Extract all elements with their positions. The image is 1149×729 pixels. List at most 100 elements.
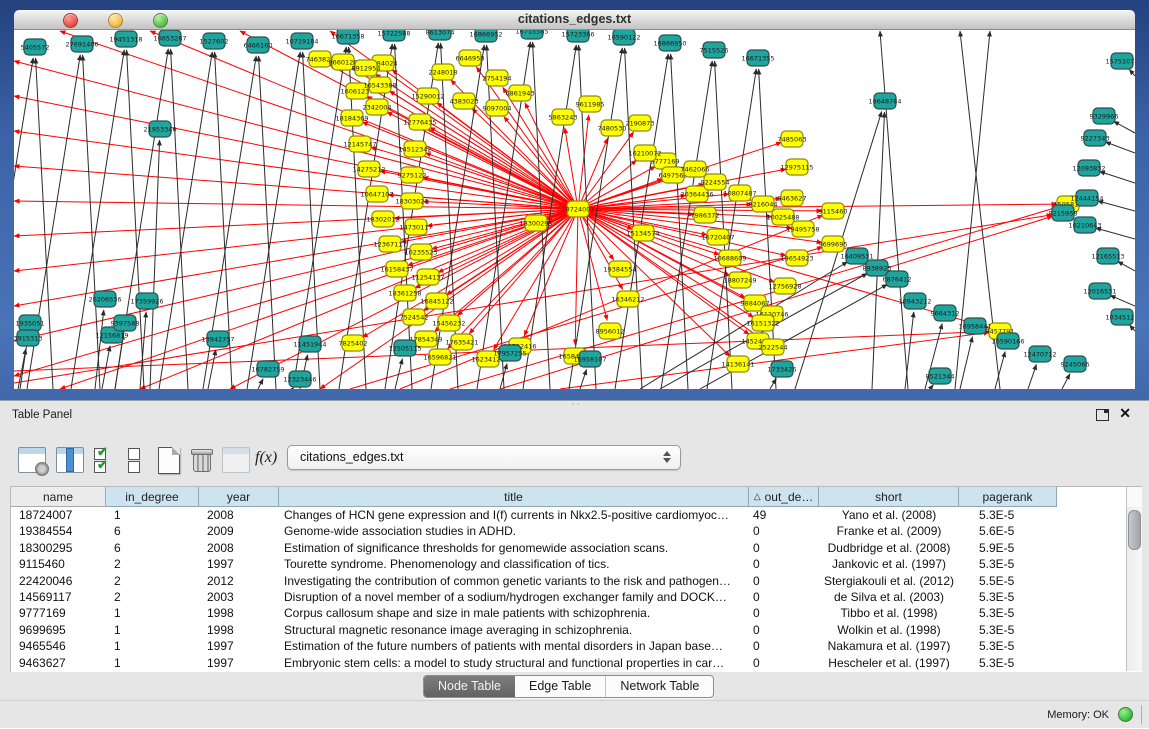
table-cell[interactable]: 9115460 — [11, 556, 106, 572]
table-row[interactable]: 911546021997Tourette syndrome. Phenomeno… — [11, 556, 1126, 572]
graph-node-16648784[interactable]: 16648784 — [868, 93, 901, 109]
table-cell[interactable]: Investigating the contribution of common… — [279, 573, 749, 589]
table-row[interactable]: 1872400712008Changes of HCN gene express… — [11, 507, 1126, 523]
table-cell[interactable]: 9465546 — [11, 638, 106, 654]
column-header-pagerank[interactable]: pagerank — [959, 487, 1057, 507]
graph-node-6861943[interactable]: 6861943 — [506, 85, 535, 101]
graph-node-17359926[interactable]: 17359926 — [130, 293, 163, 309]
graph-node-9224554[interactable]: 9224554 — [701, 174, 730, 190]
table-cell[interactable]: 1 — [106, 507, 199, 523]
table-cell[interactable]: 5.3E-5 — [959, 507, 1057, 523]
table-row[interactable]: 946554611997Estimation of the future num… — [11, 638, 1126, 654]
table-cell[interactable]: Genome-wide association studies in ADHD. — [279, 523, 749, 539]
table-cell[interactable]: 5.3E-5 — [959, 556, 1057, 572]
graph-node-16866950[interactable]: 16866950 — [653, 35, 686, 51]
table-cell[interactable]: 5.3E-5 — [959, 589, 1057, 605]
table-cell[interactable]: Corpus callosum shape and size in male p… — [279, 605, 749, 621]
table-cell[interactable]: 5.6E-5 — [959, 523, 1057, 539]
table-cell[interactable]: 0 — [749, 622, 819, 638]
table-row[interactable]: 1938455462009Genome-wide association stu… — [11, 523, 1126, 539]
graph-node-10590122[interactable]: 10590122 — [607, 30, 640, 45]
table-cell[interactable]: Yano et al. (2008) — [819, 507, 959, 523]
table-cell[interactable]: 9699695 — [11, 622, 106, 638]
graph-node-14512342[interactable]: 14512342 — [398, 141, 431, 157]
graph-node-12756928[interactable]: 12756928 — [768, 278, 801, 294]
graph-node-10647107[interactable]: 10647107 — [360, 186, 393, 202]
graph-node-1733426[interactable]: 1733426 — [768, 361, 797, 377]
table-cell[interactable]: 1997 — [199, 638, 279, 654]
network-canvas[interactable]: 1872400718300295193845549115460969969594… — [14, 30, 1135, 389]
table-cell[interactable]: Estimation of the future numbers of pati… — [279, 638, 749, 654]
table-cell[interactable]: Stergiakouli et al. (2012) — [819, 573, 959, 589]
table-row[interactable]: 946362711997Embryonic stem cells: a mode… — [11, 655, 1126, 671]
table-cell[interactable]: 2009 — [199, 523, 279, 539]
table-cell[interactable]: 0 — [749, 540, 819, 556]
tab-node-table[interactable]: Node Table — [424, 676, 515, 697]
column-header-out_de[interactable]: △out_de… — [749, 487, 819, 507]
table-cell[interactable]: 5.9E-5 — [959, 540, 1057, 556]
table-cell[interactable]: 5.5E-5 — [959, 573, 1057, 589]
graph-node-8216044[interactable]: 8216044 — [749, 196, 778, 212]
graph-node-7825402[interactable]: 7825402 — [339, 335, 368, 351]
graph-node-20206536[interactable]: 20206536 — [88, 291, 121, 307]
graph-node-19654923[interactable]: 19654923 — [780, 250, 813, 266]
graph-node-9275122[interactable]: 9275122 — [398, 167, 427, 183]
graph-node-10719184[interactable]: 10719184 — [285, 33, 318, 49]
close-panel-icon[interactable]: ✕ — [1119, 405, 1131, 422]
graph-node-12470712[interactable]: 12470712 — [1023, 346, 1056, 362]
graph-node-2190873[interactable]: 2190873 — [626, 115, 655, 131]
float-panel-icon[interactable] — [1096, 409, 1109, 421]
table-cell[interactable]: Wolkin et al. (1998) — [819, 622, 959, 638]
table-cell[interactable]: 9777169 — [11, 605, 106, 621]
show-column-icon[interactable] — [56, 447, 84, 473]
graph-node-1935051[interactable]: 1935051 — [16, 315, 45, 331]
graph-node-12323446[interactable]: 12323446 — [283, 371, 316, 387]
table-row[interactable]: 977716911998Corpus callosum shape and si… — [11, 605, 1126, 621]
table-cell[interactable]: de Silva et al. (2003) — [819, 589, 959, 605]
table-cell[interactable]: Disruption of a novel member of a sodium… — [279, 589, 749, 605]
graph-node-5405572[interactable]: 5405572 — [21, 39, 50, 55]
table-cell[interactable]: 2 — [106, 556, 199, 572]
graph-node-7462066[interactable]: 7462066 — [681, 161, 710, 177]
graph-node-14136141[interactable]: 14136141 — [721, 356, 754, 372]
table-row[interactable]: 1456911722003Disruption of a novel membe… — [11, 589, 1126, 605]
graph-node-17635421[interactable]: 17635421 — [445, 334, 478, 350]
table-cell[interactable]: 2003 — [199, 589, 279, 605]
table-row[interactable]: 2242004622012Investigating the contribut… — [11, 573, 1126, 589]
graph-node-8215958[interactable]: 8215958 — [1049, 205, 1078, 221]
graph-node-19451318[interactable]: 19451318 — [109, 31, 142, 47]
table-cell[interactable]: 9463627 — [11, 655, 106, 671]
table-cell[interactable]: 5.3E-5 — [959, 605, 1057, 621]
table-cell[interactable]: 2008 — [199, 540, 279, 556]
graph-node-9245066[interactable]: 9245066 — [1061, 356, 1090, 372]
table-cell[interactable]: 14569117 — [11, 589, 106, 605]
table-cell[interactable]: 5.3E-5 — [959, 655, 1057, 671]
graph-node-12093832[interactable]: 12093832 — [1072, 160, 1105, 176]
table-cell[interactable]: 1998 — [199, 605, 279, 621]
graph-node-16866952[interactable]: 16866952 — [469, 30, 502, 42]
table-cell[interactable]: 2008 — [199, 507, 279, 523]
graph-node-14275212[interactable]: 14275212 — [352, 161, 385, 177]
table-cell[interactable]: Jankovic et al. (1997) — [819, 556, 959, 572]
graph-node-18184369[interactable]: 18184369 — [335, 110, 368, 126]
graph-node-8521344[interactable]: 8521344 — [926, 368, 955, 384]
table-cell[interactable]: 0 — [749, 573, 819, 589]
table-cell[interactable]: Tourette syndrome. Phenomenology and cla… — [279, 556, 749, 572]
graph-node-18302012[interactable]: 18302012 — [366, 211, 399, 227]
tab-edge-table[interactable]: Edge Table — [515, 676, 605, 697]
table-cell[interactable]: Franke et al. (2009) — [819, 523, 959, 539]
column-header-short[interactable]: short — [819, 487, 959, 507]
delete-column-icon[interactable] — [190, 447, 212, 472]
graph-node-16671358[interactable]: 16671358 — [331, 30, 364, 44]
graph-node-16346212[interactable]: 16346212 — [611, 291, 644, 307]
column-header-title[interactable]: title — [279, 487, 749, 507]
table-row[interactable]: 1830029562008Estimation of significance … — [11, 540, 1126, 556]
graph-node-8912954[interactable]: 8912954 — [352, 60, 381, 76]
table-cell[interactable]: Structural magnetic resonance image aver… — [279, 622, 749, 638]
graph-node-6466160[interactable]: 6466160 — [244, 37, 273, 53]
table-cell[interactable]: 0 — [749, 556, 819, 572]
table-cell[interactable]: 6 — [106, 523, 199, 539]
table-cell[interactable]: Embryonic stem cells: a model to study s… — [279, 655, 749, 671]
table-scrollbar[interactable] — [1126, 487, 1142, 672]
table-cell[interactable]: 0 — [749, 605, 819, 621]
